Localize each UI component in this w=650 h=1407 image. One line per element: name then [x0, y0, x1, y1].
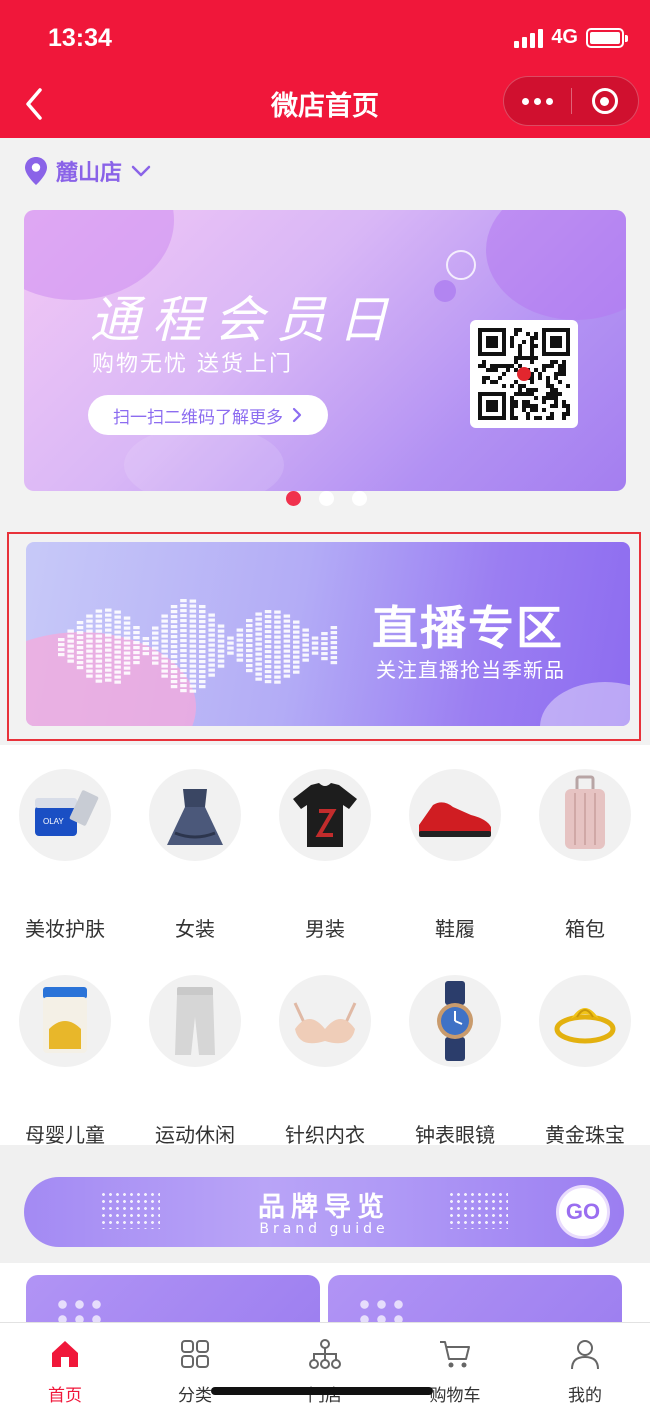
category-item-menswear[interactable]: 男装 — [260, 745, 390, 945]
scan-qr-button[interactable]: 扫一扫二维码了解更多 — [88, 395, 328, 435]
live-zone-banner[interactable]: 直播专区 关注直播抢当季新品 — [26, 542, 630, 726]
tab-mine[interactable]: 我的 — [520, 1323, 650, 1407]
category-item-jewelry[interactable]: 黄金珠宝 — [520, 945, 650, 1147]
live-zone-highlight: 直播专区 关注直播抢当季新品 — [7, 532, 641, 741]
store-network-icon — [309, 1339, 341, 1369]
status-indicators: 4G — [514, 26, 628, 49]
category-label: 钟表眼镜 — [415, 1123, 495, 1147]
category-item-cosmetics[interactable]: OLAY 美妆护肤 — [0, 745, 130, 945]
category-item-sports[interactable]: 运动休闲 — [130, 945, 260, 1147]
category-label: 黄金珠宝 — [545, 1123, 625, 1147]
category-item-underwear[interactable]: 针织内衣 — [260, 945, 390, 1147]
promo-banner[interactable]: 通程会员日 购物无忧 送货上门 扫一扫二维码了解更多 — [24, 210, 626, 491]
sneaker-icon — [409, 769, 501, 861]
tshirt-icon — [279, 769, 371, 861]
home-indicator — [211, 1387, 433, 1395]
banner-subtitle: 购物无忧 送货上门 — [92, 352, 293, 377]
category-item-shoes[interactable]: 鞋履 — [390, 745, 520, 945]
category-grid: OLAY 美妆护肤 女装 男装 鞋履 箱包 母婴儿童 运动休闲 针织内衣 钟表眼… — [0, 745, 650, 1147]
gold-ring-icon — [539, 975, 631, 1067]
category-label: 男装 — [305, 917, 345, 941]
go-button[interactable]: GO — [556, 1185, 610, 1239]
user-icon — [571, 1340, 599, 1370]
tab-home[interactable]: 首页 — [0, 1323, 130, 1407]
category-label: 箱包 — [565, 917, 605, 941]
bra-icon — [279, 975, 371, 1067]
cosmetics-icon: OLAY — [19, 769, 111, 861]
live-zone-subtitle: 关注直播抢当季新品 — [376, 658, 565, 682]
brand-guide-button[interactable]: 品牌导览 Brand guide GO — [24, 1177, 624, 1247]
network-type: 4G — [551, 26, 578, 48]
category-label: 运动休闲 — [155, 1123, 235, 1147]
live-decoration — [540, 682, 630, 726]
tab-label: 首页 — [48, 1386, 82, 1406]
grid-icon — [181, 1340, 209, 1368]
category-label: 美妆护肤 — [25, 917, 105, 941]
qr-code-icon — [470, 320, 578, 428]
banner-title: 通程会员日 — [90, 291, 400, 349]
banner-decoration — [446, 250, 476, 280]
category-item-luggage[interactable]: 箱包 — [520, 745, 650, 945]
category-label: 鞋履 — [435, 917, 475, 941]
qr-code-graphic — [478, 328, 570, 420]
carousel-dot[interactable] — [319, 491, 334, 506]
status-time: 13:34 — [48, 24, 112, 52]
category-label: 女装 — [175, 917, 215, 941]
banner-decoration — [434, 280, 456, 302]
more-dots-icon — [522, 97, 529, 105]
milk-powder-icon — [19, 975, 111, 1067]
scan-qr-label: 扫一扫二维码了解更多 — [113, 407, 283, 428]
live-zone-title: 直播专区 — [372, 601, 564, 655]
brand-guide-title: 品牌导览 — [258, 1192, 390, 1223]
suitcase-icon — [539, 769, 631, 861]
svg-text:OLAY: OLAY — [43, 817, 64, 826]
watch-icon — [409, 975, 501, 1067]
home-icon — [52, 1341, 78, 1367]
more-button[interactable] — [504, 76, 571, 126]
mini-program-capsule — [503, 76, 639, 126]
banner-decoration — [486, 210, 626, 320]
category-item-womenswear[interactable]: 女装 — [130, 745, 260, 945]
cart-icon — [440, 1341, 470, 1368]
sweatpants-icon — [149, 975, 241, 1067]
carousel-dot[interactable] — [352, 491, 367, 506]
category-item-watches[interactable]: 钟表眼镜 — [390, 945, 520, 1147]
dress-icon — [149, 769, 241, 861]
category-label: 针织内衣 — [285, 1123, 365, 1147]
target-circle-icon — [591, 88, 618, 114]
store-selector[interactable]: 麓山店 — [24, 154, 152, 188]
top-bar: 13:34 4G 微店首页 — [0, 0, 650, 138]
battery-icon — [586, 27, 628, 48]
chevron-down-icon — [131, 165, 151, 177]
chevron-right-icon — [292, 407, 302, 423]
signal-icon — [514, 28, 544, 48]
tab-label: 我的 — [568, 1386, 602, 1406]
brand-guide-subtitle: Brand guide — [259, 1221, 389, 1237]
store-name: 麓山店 — [56, 161, 123, 186]
category-item-baby[interactable]: 母婴儿童 — [0, 945, 130, 1147]
brand-guide-section: 品牌导览 Brand guide GO — [0, 1145, 650, 1263]
category-label: 母婴儿童 — [25, 1123, 105, 1147]
carousel-dot[interactable] — [286, 491, 301, 506]
sound-wave-icon — [58, 599, 338, 693]
carousel-indicator — [286, 491, 367, 506]
feature-cards — [0, 1263, 650, 1335]
location-pin-icon — [25, 157, 47, 185]
close-mini-program-button[interactable] — [572, 76, 638, 126]
